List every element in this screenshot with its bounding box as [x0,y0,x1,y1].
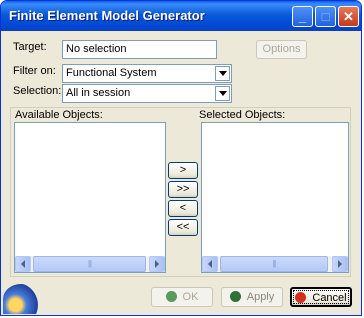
ok-status-icon [165,291,177,302]
maximize-icon: □ [321,9,330,24]
selection-dropdown[interactable]: All in session [62,84,232,103]
scroll-thumb[interactable]: ||| [33,256,146,272]
chevron-down-icon[interactable] [215,66,230,81]
remove-all-button[interactable]: << [168,219,198,236]
available-horizontal-scrollbar[interactable]: ||| [15,256,165,272]
minimize-button[interactable]: _ [292,6,313,27]
scroll-right-icon[interactable] [149,256,165,272]
scroll-thumb[interactable]: ||| [220,256,328,272]
apply-button[interactable]: Apply [221,287,283,307]
selection-value: All in session [66,87,131,99]
title-bar[interactable]: Finite Element Model Generator _ □ ✕ [1,1,361,31]
cancel-button[interactable]: Cancel [290,287,352,307]
target-field[interactable]: No selection [62,40,217,59]
available-objects-label: Available Objects: [15,109,103,121]
window-title: Finite Element Model Generator [9,8,205,23]
dialog-window: Finite Element Model Generator _ □ ✕ Tar… [0,0,362,316]
selected-horizontal-scrollbar[interactable]: ||| [202,256,348,272]
options-button[interactable]: Options [256,40,307,59]
scroll-left-icon[interactable] [202,256,218,272]
maximize-button[interactable]: □ [315,6,336,27]
apply-status-icon [229,291,241,302]
ok-button[interactable]: OK [151,287,213,307]
target-label: Target: [13,41,47,53]
add-all-button[interactable]: >> [168,181,198,198]
close-button[interactable]: ✕ [338,6,359,27]
filter-label: Filter on: [13,65,56,77]
apply-label: Apply [246,291,275,303]
scroll-right-icon[interactable] [332,256,348,272]
ok-label: OK [182,291,199,303]
close-icon: ✕ [343,9,354,24]
selected-objects-label: Selected Objects: [199,109,286,121]
remove-selected-button[interactable]: < [168,200,198,217]
scroll-left-icon[interactable] [15,256,31,272]
filter-dropdown[interactable]: Functional System [62,64,232,83]
filter-value: Functional System [66,67,157,79]
available-objects-list[interactable]: ||| [14,122,166,273]
chevron-down-icon[interactable] [215,86,230,101]
add-selected-button[interactable]: > [168,162,198,179]
selection-label: Selection: [13,85,62,97]
selected-objects-list[interactable]: ||| [201,122,349,273]
cancel-icon [295,292,307,303]
minimize-icon: _ [298,9,307,24]
cancel-label: Cancel [312,292,347,304]
logo-icon [3,284,39,314]
